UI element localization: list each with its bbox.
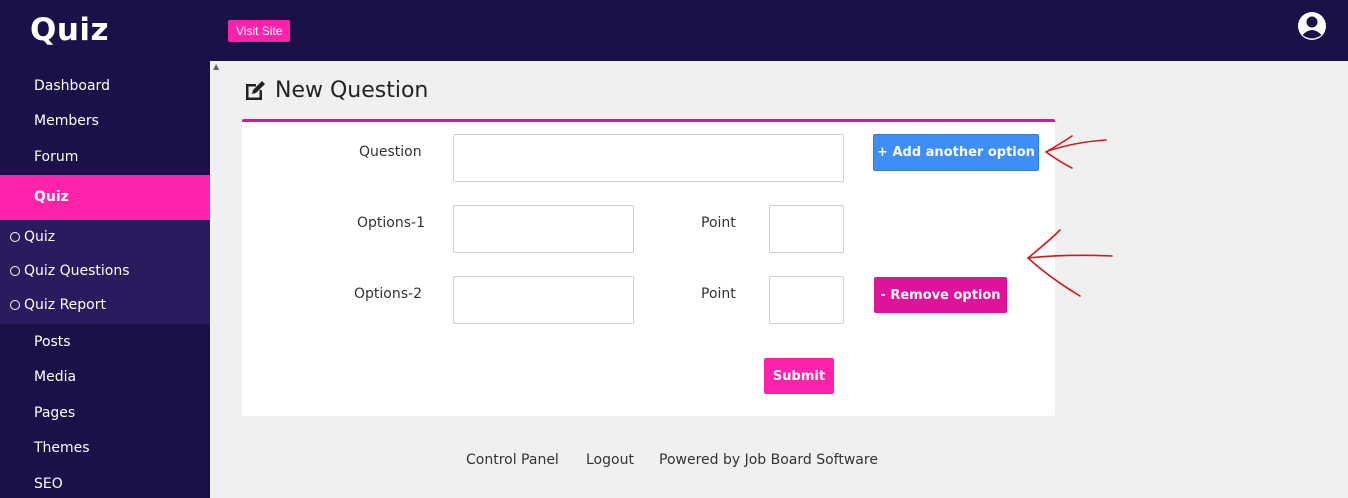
question-label: Question [359,144,422,160]
top-bar: Quiz Visit Site [0,0,1348,61]
option-1-point-label: Point [701,215,736,231]
option-2-label: Options-2 [354,286,422,302]
submit-button[interactable]: Submit [764,358,834,394]
sidebar-item-media[interactable]: Media [0,359,210,395]
footer-powered-by: Powered by Job Board Software [659,452,878,468]
option-1-input[interactable] [453,205,634,253]
submenu-item-label: Quiz Questions [24,263,130,279]
circle-bullet-icon [10,300,20,310]
add-another-option-button[interactable]: + Add another option [873,134,1039,171]
annotation-arrows [1027,135,1113,297]
submenu-item-label: Quiz [24,229,56,245]
sidebar-item-seo[interactable]: SEO [0,466,210,498]
visit-site-button[interactable]: Visit Site [228,20,291,42]
edit-icon [246,80,265,100]
sidebar-item-pages[interactable]: Pages [0,395,210,431]
page-title: New Question [243,78,428,103]
brand-logo[interactable]: Quiz [30,12,109,48]
submenu-item-quiz-questions[interactable]: Quiz Questions [0,254,210,288]
option-1-point-input[interactable] [769,205,844,253]
footer-link-logout[interactable]: Logout [586,452,634,468]
sidebar-item-forum[interactable]: Forum [0,139,210,175]
sidebar-item-themes[interactable]: Themes [0,430,210,466]
question-input[interactable] [453,134,844,182]
sidebar: Dashboard Members Forum Quiz Quiz Quiz Q… [0,61,210,498]
submenu-item-quiz[interactable]: Quiz [0,220,210,254]
sidebar-submenu: Quiz Quiz Questions Quiz Report [0,220,210,324]
submenu-item-label: Quiz Report [24,297,106,313]
sidebar-item-dashboard[interactable]: Dashboard [0,68,210,104]
footer-link-control-panel[interactable]: Control Panel [466,452,559,468]
sidebar-item-members[interactable]: Members [0,103,210,139]
user-account-icon[interactable] [1297,11,1327,41]
sidebar-item-posts[interactable]: Posts [0,324,210,360]
option-2-point-label: Point [701,286,736,302]
sidebar-item-quiz[interactable]: Quiz [0,175,210,220]
option-2-input[interactable] [453,276,634,324]
circle-bullet-icon [10,266,20,276]
submenu-item-quiz-report[interactable]: Quiz Report [0,288,210,322]
circle-bullet-icon [10,232,20,242]
remove-option-button[interactable]: - Remove option [874,277,1007,313]
scroll-up-icon[interactable]: ▲ [213,62,219,71]
option-2-point-input[interactable] [769,276,844,324]
option-1-label: Options-1 [357,215,425,231]
page-title-text: New Question [275,78,429,103]
